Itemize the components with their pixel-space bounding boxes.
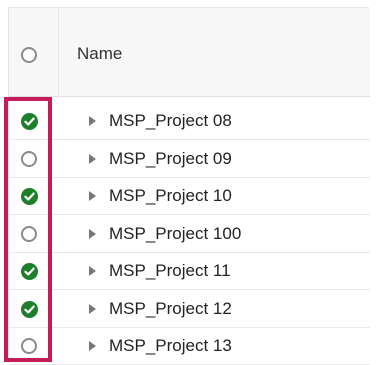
check-circle-icon (21, 113, 38, 130)
table-row[interactable]: MSP_Project 10 (9, 178, 370, 215)
caret-right-icon[interactable] (89, 191, 96, 201)
table-row[interactable]: MSP_Project 12 (9, 291, 370, 328)
row-label: MSP_Project 12 (109, 298, 232, 318)
row-label: MSP_Project 09 (109, 148, 232, 168)
row-label: MSP_Project 10 (109, 186, 232, 205)
table-row[interactable]: MSP_Project 11 (9, 253, 370, 290)
row-checkbox[interactable] (21, 263, 38, 280)
name-column-header[interactable]: Name (77, 44, 122, 64)
row-checkbox[interactable] (21, 338, 37, 354)
check-circle-icon (21, 263, 38, 280)
table-row[interactable]: MSP_Project 08 (9, 103, 370, 140)
row-checkbox[interactable] (21, 225, 37, 242)
row-checkbox[interactable] (21, 150, 37, 167)
empty-circle-icon (21, 225, 37, 242)
check-circle-icon (21, 300, 38, 318)
row-label: MSP_Project 11 (109, 261, 231, 280)
caret-right-icon[interactable] (89, 303, 96, 314)
table-row[interactable]: MSP_Project 13 (9, 328, 370, 365)
row-label: MSP_Project 08 (109, 111, 232, 130)
row-checkbox[interactable] (21, 188, 38, 205)
check-circle-icon (21, 188, 38, 205)
empty-circle-icon (21, 150, 37, 167)
table-row[interactable]: MSP_Project 09 (9, 141, 370, 178)
caret-right-icon[interactable] (89, 266, 96, 276)
empty-circle-icon (21, 47, 37, 63)
table-row[interactable]: MSP_Project 100 (9, 216, 370, 253)
select-all-checkbox[interactable] (21, 47, 37, 63)
row-checkbox[interactable] (21, 113, 38, 130)
caret-right-icon[interactable] (89, 228, 96, 239)
caret-right-icon[interactable] (89, 153, 96, 164)
caret-right-icon[interactable] (89, 116, 96, 126)
grid-header: Name (9, 8, 370, 97)
project-grid: Name MSP_Project 08 MSP_Project 09 MSP_Pro… (8, 7, 370, 365)
column-divider (58, 8, 59, 97)
caret-right-icon[interactable] (89, 341, 96, 351)
row-label: MSP_Project 13 (109, 336, 232, 355)
row-checkbox[interactable] (21, 300, 38, 318)
empty-circle-icon (21, 338, 37, 354)
row-label: MSP_Project 100 (109, 223, 242, 243)
